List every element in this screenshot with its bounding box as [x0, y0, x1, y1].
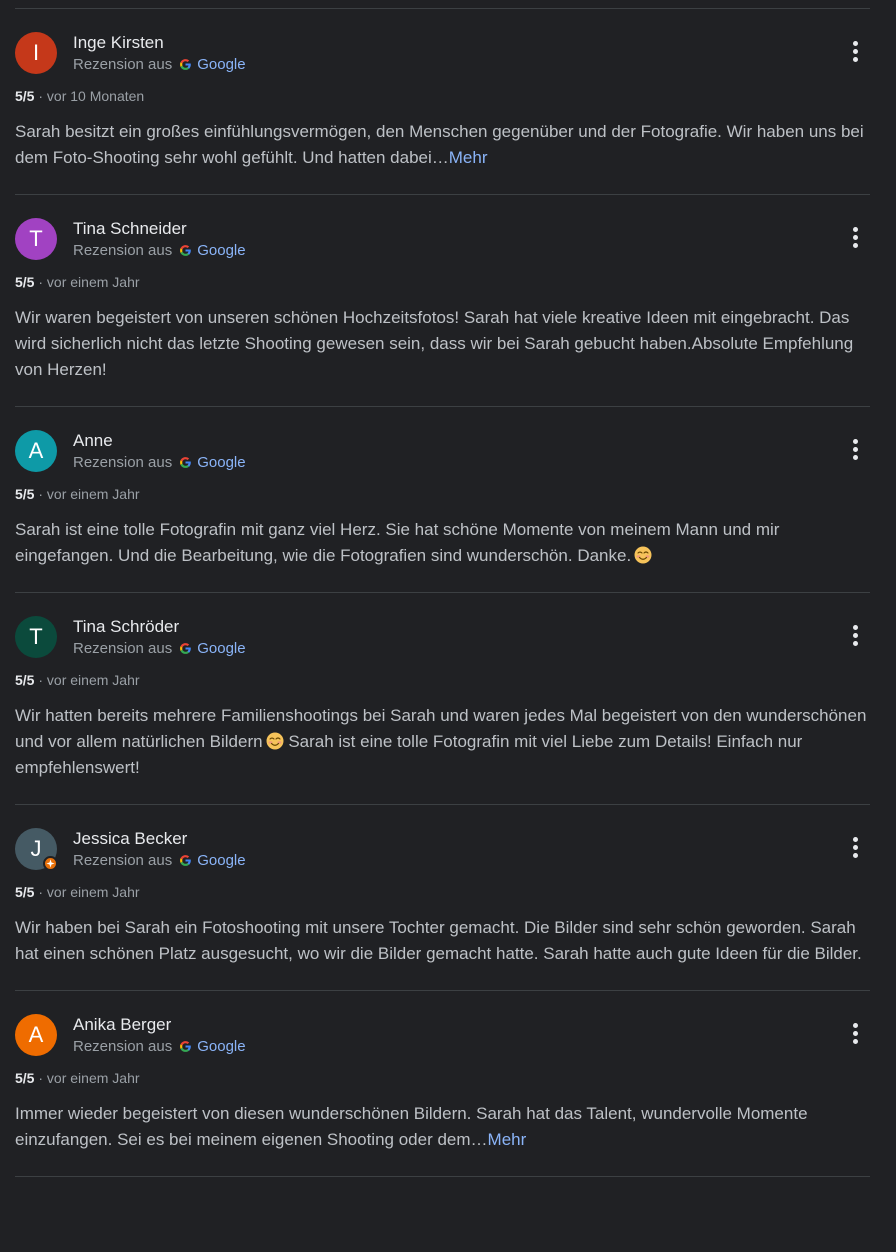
source-prefix: Rezension aus — [73, 56, 173, 73]
more-link[interactable]: Mehr — [488, 1130, 527, 1149]
rating: 5/5 — [15, 486, 35, 502]
review-date: vor einem Jahr — [46, 884, 140, 900]
reviewer-name[interactable]: Tina Schröder — [73, 617, 179, 637]
reviewer-name[interactable]: Inge Kirsten — [73, 33, 164, 53]
review-source: Rezension aus Google — [73, 454, 246, 471]
source-prefix: Rezension aus — [73, 454, 173, 471]
separator: · — [38, 88, 44, 104]
smiling-face-emoji-icon — [266, 732, 284, 750]
google-g-icon — [180, 855, 192, 866]
google-g-icon — [180, 1041, 192, 1052]
review-item: I Inge Kirsten Rezension aus Google 5/5 … — [15, 9, 870, 195]
source-name[interactable]: Google — [197, 242, 245, 259]
source-name[interactable]: Google — [197, 852, 245, 869]
google-g-icon — [180, 457, 192, 468]
source-prefix: Rezension aus — [73, 640, 173, 657]
avatar[interactable]: I — [15, 32, 57, 74]
rating: 5/5 — [15, 274, 35, 290]
separator: · — [38, 486, 44, 502]
review-text: Wir waren begeistert von unseren schönen… — [15, 305, 870, 383]
review-meta: 5/5 · vor einem Jahr — [15, 884, 870, 900]
review-date: vor einem Jahr — [46, 274, 140, 290]
review-item: A Anika Berger Rezension aus Google 5/5 … — [15, 991, 870, 1177]
review-body: Sarah besitzt ein großes einfühlungsverm… — [15, 122, 864, 167]
reviewer-name[interactable]: Jessica Becker — [73, 829, 187, 849]
review-list: I Inge Kirsten Rezension aus Google 5/5 … — [15, 8, 870, 1177]
review-text: Wir haben bei Sarah ein Fotoshooting mit… — [15, 915, 870, 967]
smiling-face-emoji-icon — [634, 546, 652, 564]
google-g-icon — [180, 59, 192, 70]
source-name[interactable]: Google — [197, 1038, 245, 1055]
avatar[interactable]: A — [15, 1014, 57, 1056]
review-source: Rezension aus Google — [73, 852, 246, 869]
source-name[interactable]: Google — [197, 56, 245, 73]
review-date: vor einem Jahr — [46, 1070, 140, 1086]
review-meta: 5/5 · vor einem Jahr — [15, 672, 870, 688]
google-g-icon — [180, 245, 192, 256]
source-prefix: Rezension aus — [73, 852, 173, 869]
review-body: Wir haben bei Sarah ein Fotoshooting mit… — [15, 918, 862, 963]
more-vert-icon[interactable] — [848, 439, 862, 463]
review-date: vor einem Jahr — [46, 672, 140, 688]
review-header: T Tina Schröder Rezension aus Google — [15, 615, 870, 665]
review-body: Immer wieder begeistert von diesen wunde… — [15, 1104, 808, 1149]
reviewer-name[interactable]: Anika Berger — [73, 1015, 171, 1035]
separator: · — [38, 884, 44, 900]
separator: · — [38, 1070, 44, 1086]
more-vert-icon[interactable] — [848, 1023, 862, 1047]
source-name[interactable]: Google — [197, 640, 245, 657]
separator: · — [38, 672, 44, 688]
review-header: J Jessica Becker Rezension aus Google — [15, 827, 870, 877]
review-meta: 5/5 · vor einem Jahr — [15, 1070, 870, 1086]
review-item: A Anne Rezension aus Google 5/5 · vor ei… — [15, 407, 870, 593]
review-text: Wir hatten bereits mehrere Familienshoot… — [15, 703, 870, 781]
review-meta: 5/5 · vor einem Jahr — [15, 486, 870, 502]
review-body: Sarah ist eine tolle Fotografin mit ganz… — [15, 520, 780, 565]
review-source: Rezension aus Google — [73, 242, 246, 259]
local-guide-badge-icon — [43, 856, 58, 871]
review-text: Sarah ist eine tolle Fotografin mit ganz… — [15, 517, 870, 569]
review-header: T Tina Schneider Rezension aus Google — [15, 217, 870, 267]
more-vert-icon[interactable] — [848, 837, 862, 861]
rating: 5/5 — [15, 1070, 35, 1086]
more-vert-icon[interactable] — [848, 227, 862, 251]
review-source: Rezension aus Google — [73, 640, 246, 657]
source-prefix: Rezension aus — [73, 242, 173, 259]
avatar[interactable]: J — [15, 828, 58, 871]
avatar-initial: J — [30, 836, 42, 861]
review-header: I Inge Kirsten Rezension aus Google — [15, 31, 870, 81]
avatar[interactable]: T — [15, 616, 57, 658]
separator: · — [38, 274, 44, 290]
review-meta: 5/5 · vor einem Jahr — [15, 274, 870, 290]
review-body: Wir waren begeistert von unseren schönen… — [15, 308, 854, 379]
rating: 5/5 — [15, 88, 35, 104]
review-header: A Anne Rezension aus Google — [15, 429, 870, 479]
review-meta: 5/5 · vor 10 Monaten — [15, 88, 870, 104]
review-source: Rezension aus Google — [73, 56, 246, 73]
review-item: J Jessica Becker Rezension aus Google 5/… — [15, 805, 870, 991]
rating: 5/5 — [15, 884, 35, 900]
review-date: vor 10 Monaten — [46, 88, 145, 104]
review-source: Rezension aus Google — [73, 1038, 246, 1055]
source-prefix: Rezension aus — [73, 1038, 173, 1055]
more-vert-icon[interactable] — [848, 625, 862, 649]
reviewer-name[interactable]: Anne — [73, 431, 113, 451]
avatar[interactable]: T — [15, 218, 57, 260]
more-vert-icon[interactable] — [848, 41, 862, 65]
more-link[interactable]: Mehr — [449, 148, 488, 167]
review-text: Immer wieder begeistert von diesen wunde… — [15, 1101, 870, 1153]
review-item: T Tina Schneider Rezension aus Google 5/… — [15, 195, 870, 407]
source-name[interactable]: Google — [197, 454, 245, 471]
review-text: Sarah besitzt ein großes einfühlungsverm… — [15, 119, 870, 171]
rating: 5/5 — [15, 672, 35, 688]
reviewer-name[interactable]: Tina Schneider — [73, 219, 187, 239]
review-item: T Tina Schröder Rezension aus Google 5/5… — [15, 593, 870, 805]
review-date: vor einem Jahr — [46, 486, 140, 502]
google-g-icon — [180, 643, 192, 654]
avatar[interactable]: A — [15, 430, 57, 472]
review-header: A Anika Berger Rezension aus Google — [15, 1013, 870, 1063]
